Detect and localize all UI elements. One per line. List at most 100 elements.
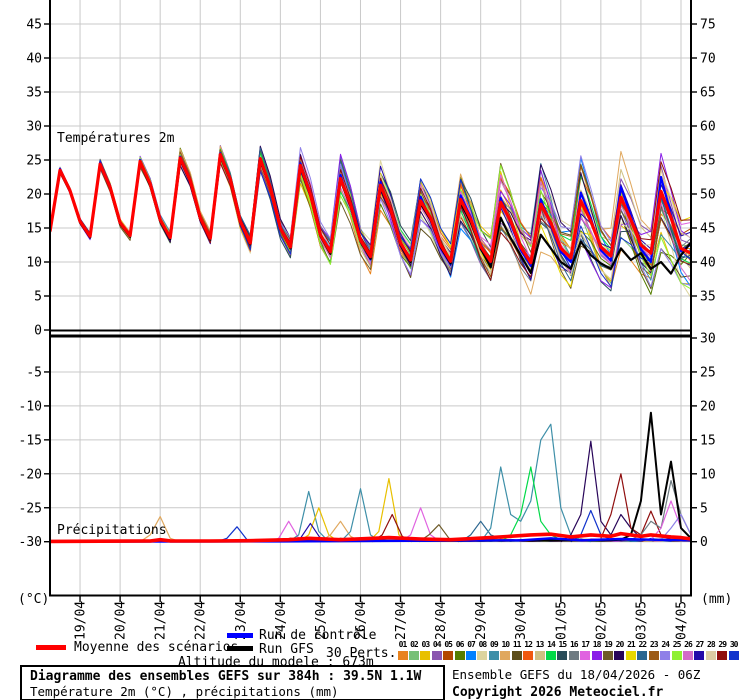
axis-tick-label: 19/04 [74,601,89,640]
axis-tick-label: 15 [700,433,716,448]
pert-swatch [637,651,647,660]
axis-tick-label: 15 [26,222,42,237]
axis-tick-label: 01/05 [554,601,569,640]
axis-tick-label: 0 [700,535,708,550]
pert-column: 24 [660,640,671,660]
pert-number: 01 [397,640,408,649]
pert-swatch [466,651,476,660]
pert-swatch [603,651,613,660]
pert-number: 19 [603,640,614,649]
axis-tick-label: 30/04 [514,601,529,640]
pert-number: 29 [717,640,728,649]
precipitation-panel-label: Précipitations [57,524,167,537]
right-axis-unit: (mm) [701,593,732,606]
diagram-subtitle: Température 2m (°C) , précipitations (mm… [30,684,339,699]
pert-swatch [614,651,624,660]
pert-swatch [683,651,693,660]
pert-column: 17 [580,640,591,660]
axis-tick-label: 0 [34,324,42,339]
axis-tick-label: 28/04 [434,601,449,640]
pert-number: 13 [534,640,545,649]
axis-tick-label: 60 [700,120,716,135]
pert-number: 07 [466,640,477,649]
pert-number: 11 [511,640,522,649]
axis-tick-label: -10 [19,399,42,414]
pert-column: 26 [683,640,694,660]
pert-column: 07 [466,640,477,660]
pert-number: 25 [671,640,682,649]
pert-swatch [443,651,453,660]
pert-number: 12 [523,640,534,649]
axis-tick-label: 65 [700,86,716,101]
pert-number: 05 [443,640,454,649]
axis-tick-label: 45 [700,222,716,237]
axis-tick-label: 55 [700,154,716,169]
pert-column: 09 [488,640,499,660]
pert-number: 26 [683,640,694,649]
pert-swatch [580,651,590,660]
pert-swatch [694,651,704,660]
pert-number: 02 [408,640,419,649]
pert-number: 23 [648,640,659,649]
pert-swatch [398,651,408,660]
axis-tick-label: 04/05 [674,601,689,640]
pert-swatch [557,651,567,660]
axis-tick-label: 5 [34,290,42,305]
pert-swatch [455,651,465,660]
pert-column: 08 [477,640,488,660]
control-legend-swatch [227,633,253,638]
axis-tick-label: 40 [700,256,716,271]
axis-tick-label: -15 [19,433,42,448]
pert-swatch [569,651,579,660]
pert-number: 15 [557,640,568,649]
ensemble-chart: 454035302520151050-5-10-15-20-25-3075706… [0,0,740,648]
pert-number: 06 [454,640,465,649]
pert-column: 30 [728,640,739,660]
axis-tick-label: 75 [700,18,716,33]
pert-swatch [729,651,739,660]
pert-swatch [500,651,510,660]
pert-column: 23 [648,640,659,660]
axis-tick-label: 30 [26,120,42,135]
pert-number: 04 [431,640,442,649]
pert-number: 09 [488,640,499,649]
pert-column: 05 [443,640,454,660]
pert-number: 16 [568,640,579,649]
axis-tick-label: 25 [26,154,42,169]
pert-swatch [649,651,659,660]
pert-column: 27 [694,640,705,660]
pert-column: 13 [534,640,545,660]
control-legend-label: Run de contrôle [259,628,376,643]
axis-tick-label: 5 [700,501,708,516]
axis-tick-label: 25 [700,365,716,380]
pert-column: 01 [397,640,408,660]
pert-swatch [477,651,487,660]
pert-number: 22 [637,640,648,649]
gfs-legend-swatch [227,646,253,651]
pert-swatch [535,651,545,660]
pert-column: 22 [637,640,648,660]
pert-swatch [409,651,419,660]
pert-column: 11 [511,640,522,660]
pert-column: 03 [420,640,431,660]
pert-column: 18 [591,640,602,660]
pert-swatch [512,651,522,660]
pert-column: 12 [523,640,534,660]
pert-column: 06 [454,640,465,660]
pert-column: 21 [625,640,636,660]
pert-column: 20 [614,640,625,660]
axis-tick-label: 20 [26,188,42,203]
pert-number: 14 [545,640,556,649]
pert-number: 18 [591,640,602,649]
copyright: Copyright 2026 Meteociel.fr [452,685,663,700]
axis-tick-label: -25 [19,501,42,516]
axis-tick-label: 22/04 [194,601,209,640]
axis-tick-label: 35 [700,290,716,305]
axis-tick-label: 10 [26,256,42,271]
pert-swatch [432,651,442,660]
pert-column: 29 [717,640,728,660]
pert-column: 25 [671,640,682,660]
pert-number: 17 [580,640,591,649]
pert-swatch [672,651,682,660]
pert-swatch [489,651,499,660]
